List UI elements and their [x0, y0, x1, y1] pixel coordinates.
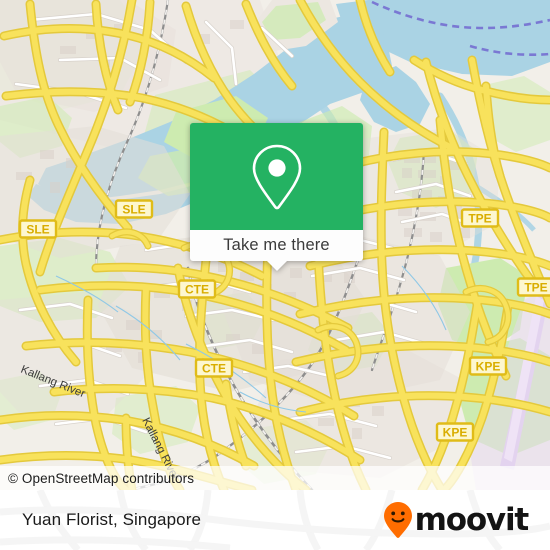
take-me-there-label: Take me there	[223, 236, 330, 254]
moovit-map-page: .w{fill:#aad3e4} .wl{fill:none;stroke:#a…	[0, 0, 550, 550]
callout-card-footer[interactable]: Take me there	[190, 230, 363, 271]
moovit-brand-logo[interactable]: moovit	[383, 501, 530, 539]
place-title: Yuan Florist, Singapore	[22, 510, 202, 529]
callout-tail-icon	[266, 261, 287, 271]
callout-card-header	[190, 123, 363, 230]
page-footer: Yuan Florist, Singapore moovit	[0, 490, 550, 550]
moovit-pin-smiley-icon	[383, 502, 412, 538]
map-attribution: © OpenStreetMap contributors	[0, 466, 550, 490]
map-pin-icon	[252, 144, 301, 209]
attribution-text: © OpenStreetMap contributors	[8, 470, 195, 486]
moovit-wordmark: moovit	[414, 501, 530, 538]
destination-callout-card[interactable]: Take me there	[190, 123, 363, 271]
